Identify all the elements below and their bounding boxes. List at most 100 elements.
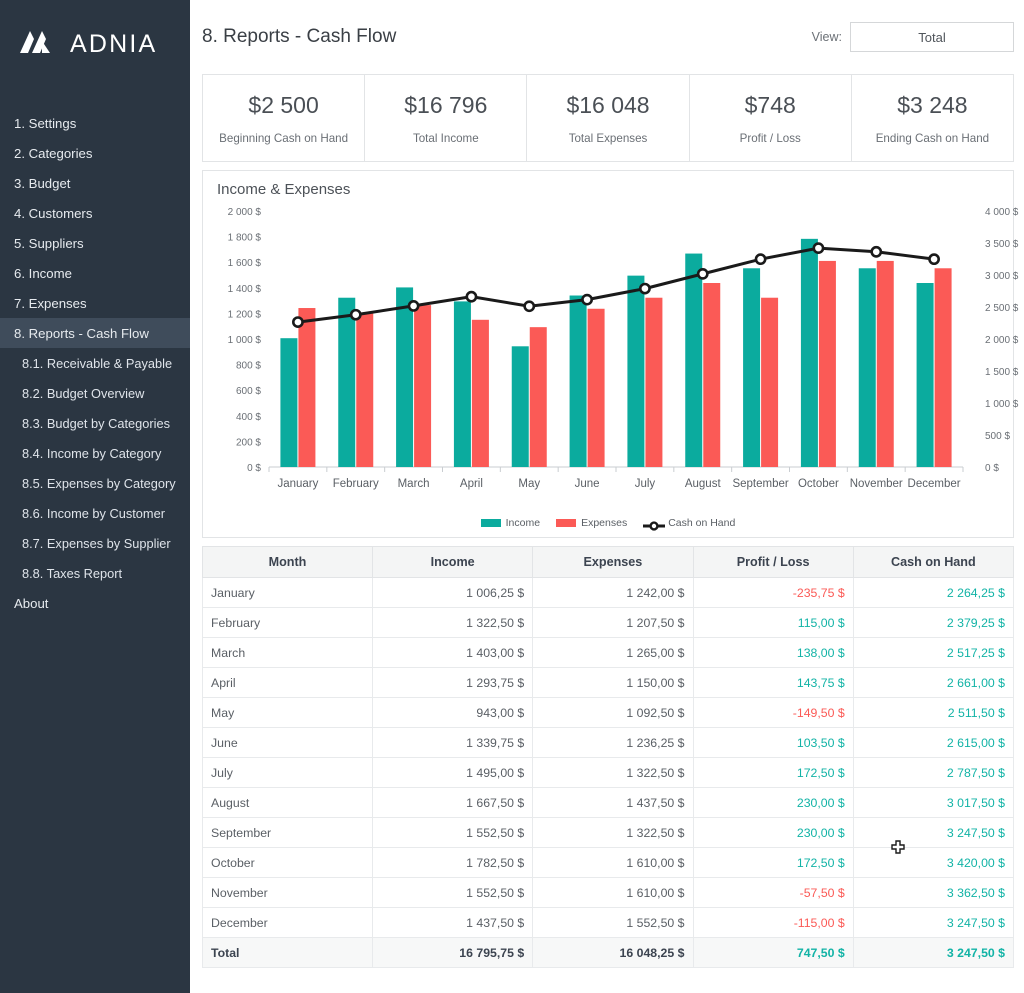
cell-profit-loss[interactable]: 138,00 $ — [692, 637, 854, 668]
cell-expenses[interactable]: 1 437,50 $ — [532, 787, 694, 818]
column-header[interactable]: Month — [202, 546, 373, 578]
cell-profit-loss[interactable]: -149,50 $ — [692, 697, 854, 728]
cell-profit-loss[interactable]: 143,75 $ — [692, 667, 854, 698]
cell-cash-on-hand[interactable]: 2 615,00 $ — [852, 727, 1015, 758]
sidebar-item-2-categories[interactable]: 2. Categories — [0, 138, 190, 168]
cell-cash-on-hand[interactable]: 2 517,25 $ — [852, 637, 1015, 668]
cell-cash-on-hand[interactable]: 3 420,00 $ — [852, 847, 1015, 878]
cell-profit-loss[interactable]: 172,50 $ — [692, 847, 854, 878]
cell-profit-loss[interactable]: -115,00 $ — [692, 907, 854, 938]
column-header[interactable]: Expenses — [532, 546, 694, 578]
cell-expenses[interactable]: 16 048,25 $ — [532, 937, 694, 968]
cell-month[interactable]: February — [202, 607, 373, 638]
sidebar-item-8-reports-cash-flow[interactable]: 8. Reports - Cash Flow — [0, 318, 190, 348]
cell-expenses[interactable]: 1 552,50 $ — [532, 907, 694, 938]
cell-income[interactable]: 1 552,50 $ — [371, 877, 534, 908]
sidebar-item-8-7-expenses-by-supplier[interactable]: 8.7. Expenses by Supplier — [0, 528, 190, 558]
cell-income[interactable]: 1 552,50 $ — [371, 817, 534, 848]
cell-expenses[interactable]: 1 092,50 $ — [532, 697, 694, 728]
sidebar-item-8-3-budget-by-categories[interactable]: 8.3. Budget by Categories — [0, 408, 190, 438]
cell-cash-on-hand[interactable]: 3 247,50 $ — [852, 907, 1015, 938]
sidebar-item-4-customers[interactable]: 4. Customers — [0, 198, 190, 228]
cell-profit-loss[interactable]: 172,50 $ — [692, 757, 854, 788]
cell-cash-on-hand[interactable]: 3 017,50 $ — [852, 787, 1015, 818]
sidebar-item-1-settings[interactable]: 1. Settings — [0, 108, 190, 138]
income-expenses-chart: 0 $ 200 $ 400 $ 600 $ 800 $ 1 000 $ 1 200 $ 1 4… — [228, 207, 1019, 490]
cell-profit-loss[interactable]: 230,00 $ — [692, 787, 854, 818]
cell-cash-on-hand[interactable]: 3 362,50 $ — [852, 877, 1015, 908]
cell-income[interactable]: 1 322,50 $ — [371, 607, 534, 638]
cell-cash-on-hand[interactable]: 2 264,25 $ — [852, 577, 1015, 608]
cell-month[interactable]: August — [202, 787, 373, 818]
sidebar-item-6-income[interactable]: 6. Income — [0, 258, 190, 288]
cell-cash-on-hand[interactable]: 2 379,25 $ — [852, 607, 1015, 638]
cell-month[interactable]: October — [202, 847, 373, 878]
cell-expenses[interactable]: 1 236,25 $ — [532, 727, 694, 758]
cell-expenses[interactable]: 1 610,00 $ — [532, 877, 694, 908]
cell-expenses[interactable]: 1 322,50 $ — [532, 817, 694, 848]
view-select[interactable]: Total — [850, 22, 1014, 52]
cell-month[interactable]: April — [202, 667, 373, 698]
cell-profit-loss[interactable]: -57,50 $ — [692, 877, 854, 908]
sidebar-item-8-5-expenses-by-category[interactable]: 8.5. Expenses by Category — [0, 468, 190, 498]
cell-expenses[interactable]: 1 610,00 $ — [532, 847, 694, 878]
sidebar-item-8-8-taxes-report[interactable]: 8.8. Taxes Report — [0, 558, 190, 588]
kpi-label: Ending Cash on Hand — [875, 131, 990, 145]
cell-profit-loss[interactable]: -235,75 $ — [692, 577, 854, 608]
cell-month[interactable]: November — [202, 877, 373, 908]
cell-income[interactable]: 1 403,00 $ — [371, 637, 534, 668]
kpi-value: $16 048 — [566, 91, 650, 118]
cell-income[interactable]: 1 495,00 $ — [371, 757, 534, 788]
cell-cash-on-hand[interactable]: 2 787,50 $ — [852, 757, 1015, 788]
sidebar-item-8-4-income-by-category[interactable]: 8.4. Income by Category — [0, 438, 190, 468]
cell-month[interactable]: September — [202, 817, 373, 848]
cell-income[interactable]: 16 795,75 $ — [371, 937, 534, 968]
legend-item[interactable]: Expenses — [556, 517, 627, 529]
cell-income[interactable]: 1 667,50 $ — [371, 787, 534, 818]
sidebar-item-3-budget[interactable]: 3. Budget — [0, 168, 190, 198]
cell-expenses[interactable]: 1 265,00 $ — [532, 637, 694, 668]
cell-profit-loss[interactable]: 103,50 $ — [692, 727, 854, 758]
cell-income[interactable]: 1 437,50 $ — [371, 907, 534, 938]
column-header[interactable]: Income — [371, 546, 534, 578]
cell-income[interactable]: 1 782,50 $ — [371, 847, 534, 878]
svg-text:2 000 $: 2 000 $ — [985, 335, 1019, 346]
cell-profit-loss[interactable]: 230,00 $ — [692, 817, 854, 848]
sidebar-item-about[interactable]: About — [0, 588, 190, 618]
cell-month[interactable]: Total — [202, 937, 373, 968]
cell-cash-on-hand[interactable]: 2 661,00 $ — [852, 667, 1015, 698]
legend-item[interactable]: Cash on Hand — [643, 517, 735, 531]
sidebar-item-8-6-income-by-customer[interactable]: 8.6. Income by Customer — [0, 498, 190, 528]
cell-income[interactable]: 1 339,75 $ — [371, 727, 534, 758]
cell-expenses[interactable]: 1 207,50 $ — [532, 607, 694, 638]
column-header[interactable]: Cash on Hand — [852, 546, 1015, 578]
cell-cash-on-hand[interactable]: 2 511,50 $ — [852, 697, 1015, 728]
svg-text:1 200 $: 1 200 $ — [228, 309, 262, 320]
svg-text:February: February — [333, 478, 379, 490]
column-header[interactable]: Profit / Loss — [692, 546, 854, 578]
legend-item[interactable]: Income — [480, 517, 540, 529]
cell-month[interactable]: March — [202, 637, 373, 668]
cell-income[interactable]: 1 293,75 $ — [371, 667, 534, 698]
cell-expenses[interactable]: 1 150,00 $ — [532, 667, 694, 698]
cell-month[interactable]: June — [202, 727, 373, 758]
cell-profit-loss[interactable]: 747,50 $ — [692, 937, 854, 968]
cell-expenses[interactable]: 1 322,50 $ — [532, 757, 694, 788]
sidebar-item-5-suppliers[interactable]: 5. Suppliers — [0, 228, 190, 258]
cell-month[interactable]: May — [202, 697, 373, 728]
table-row: February 1 322,50 $1 207,50 $115,00 $2 37… — [202, 607, 1015, 638]
cell-cash-on-hand[interactable]: 3 247,50 $ — [852, 937, 1015, 968]
table-row: January 1 006,25 $1 242,00 $ -235,75 $2 26… — [202, 577, 1015, 608]
sidebar-item-8-1-receivable-payable[interactable]: 8.1. Receivable & Payable — [0, 348, 190, 378]
cell-month[interactable]: December — [202, 907, 373, 938]
cell-month[interactable]: July — [202, 757, 373, 788]
cell-income[interactable]: 1 006,25 $ — [371, 577, 534, 608]
sidebar-item-7-expenses[interactable]: 7. Expenses — [0, 288, 190, 318]
cell-profit-loss[interactable]: 115,00 $ — [692, 607, 854, 638]
cell-expenses[interactable]: 1 242,00 $ — [532, 577, 694, 608]
sidebar-item-8-2-budget-overview[interactable]: 8.2. Budget Overview — [0, 378, 190, 408]
svg-text:May: May — [518, 478, 540, 490]
cell-income[interactable]: 943,00 $ — [371, 697, 534, 728]
cell-cash-on-hand[interactable]: 3 247,50 $ — [852, 817, 1015, 848]
cell-month[interactable]: January — [202, 577, 373, 608]
